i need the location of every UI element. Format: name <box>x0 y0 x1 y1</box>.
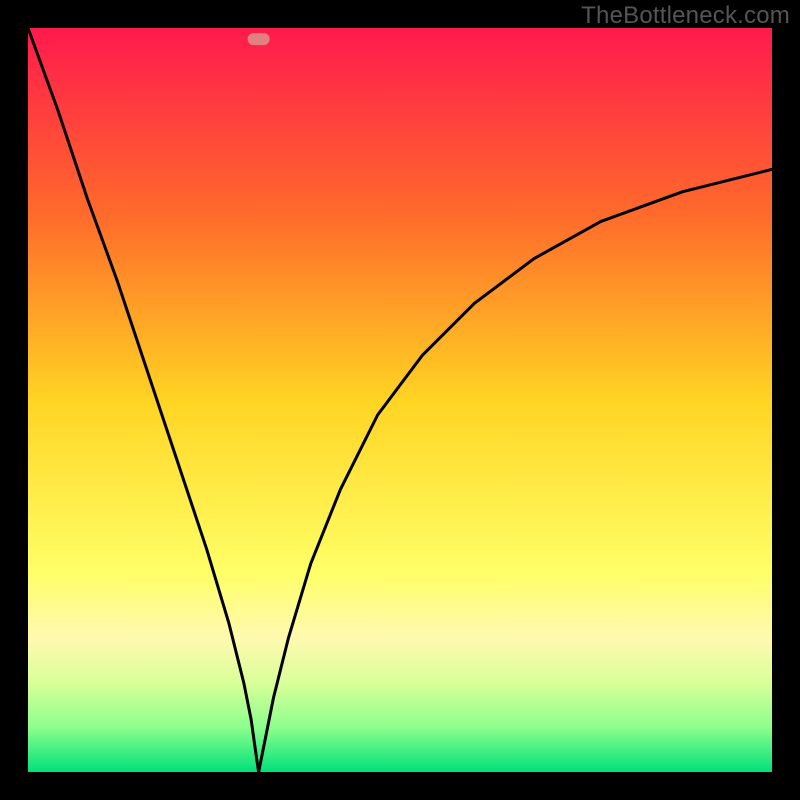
optimum-marker <box>248 33 270 45</box>
gradient-background <box>28 28 772 772</box>
chart-svg <box>28 28 772 772</box>
plot-area <box>28 28 772 772</box>
watermark-text: TheBottleneck.com <box>581 2 790 30</box>
chart-container: TheBottleneck.com <box>0 0 800 800</box>
